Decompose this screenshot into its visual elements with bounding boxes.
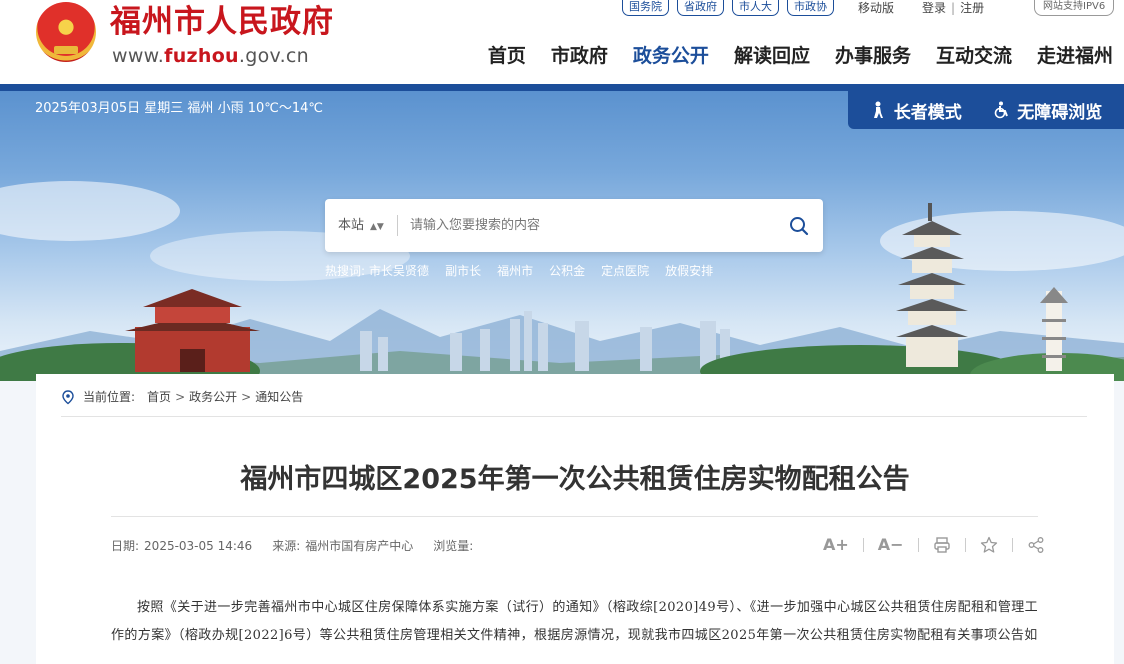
source-label: 来源: xyxy=(272,539,301,553)
elder-mode-label: 长者模式 xyxy=(893,102,962,123)
views-label: 浏览量: xyxy=(433,539,474,553)
date-label: 日期: xyxy=(111,539,140,553)
top-link-separator: | xyxy=(951,1,956,15)
site-name[interactable]: 福州市人民政府 xyxy=(110,0,334,44)
search-divider xyxy=(397,215,398,236)
link-city-cppcc[interactable]: 市政协 xyxy=(787,0,834,16)
font-decrease-button[interactable]: A− xyxy=(878,535,904,555)
updown-arrow-icon: ▲▼ xyxy=(370,222,384,232)
breadcrumb-separator: > xyxy=(175,390,186,404)
search-icon[interactable] xyxy=(788,215,810,237)
nav-gov-affairs[interactable]: 政务公开 xyxy=(633,42,709,70)
hot-search-label: 热搜词: xyxy=(325,264,366,278)
elder-mode-button[interactable]: 长者模式 xyxy=(870,98,962,123)
site-url[interactable]: www.fuzhou.gov.cn xyxy=(112,44,309,68)
hot-word[interactable]: 公积金 xyxy=(549,263,585,279)
title-divider xyxy=(111,516,1038,517)
search-input[interactable] xyxy=(410,212,770,239)
breadcrumb-notices[interactable]: 通知公告 xyxy=(255,389,303,405)
url-highlight: fuzhou xyxy=(164,45,239,67)
date-weather: 2025年03月05日 星期三 福州 小雨 10℃～14℃ xyxy=(35,101,323,116)
accessible-browse-button[interactable]: 无障碍浏览 xyxy=(993,98,1102,123)
url-suffix: .gov.cn xyxy=(238,45,310,67)
tool-separator xyxy=(964,538,966,552)
link-city-congress[interactable]: 市人大 xyxy=(732,0,779,16)
mobile-version-link[interactable]: 移动版 xyxy=(858,1,894,15)
nav-interpretation[interactable]: 解读回应 xyxy=(734,42,810,70)
national-emblem-icon xyxy=(36,2,96,62)
tool-separator xyxy=(1011,538,1013,552)
white-pagoda-illustration xyxy=(1040,287,1068,371)
nav-city-gov[interactable]: 市政府 xyxy=(551,42,608,70)
link-province-gov[interactable]: 省政府 xyxy=(677,0,724,16)
article-source: 福州市国有房产中心 xyxy=(305,539,414,553)
article-container: 当前位置: 首页 > 政务公开 > 通知公告 福州市四城区2025年第一次公共租… xyxy=(36,374,1114,664)
tool-separator xyxy=(862,538,864,552)
search-scope-select[interactable]: 本站 ▲▼ xyxy=(338,217,384,236)
header-divider xyxy=(0,84,1124,91)
wheelchair-icon xyxy=(994,101,1009,119)
breadcrumb-divider xyxy=(61,416,1087,417)
nav-home[interactable]: 首页 xyxy=(488,42,526,70)
nav-interaction[interactable]: 互动交流 xyxy=(936,42,1012,70)
breadcrumb: 当前位置: 首页 > 政务公开 > 通知公告 xyxy=(61,389,303,405)
breadcrumb-home[interactable]: 首页 xyxy=(147,389,171,405)
url-prefix: www. xyxy=(112,45,165,67)
article-tools: A+ A− xyxy=(823,535,1045,555)
elder-icon xyxy=(873,101,883,118)
nav-services[interactable]: 办事服务 xyxy=(835,42,911,70)
article-title: 福州市四城区2025年第一次公共租赁住房实物配租公告 xyxy=(240,464,910,495)
accessibility-bar: 长者模式 无障碍浏览 xyxy=(848,91,1124,129)
cloud-decoration xyxy=(0,181,180,241)
main-nav: 首页 市政府 政务公开 解读回应 办事服务 互动交流 走进福州 xyxy=(463,42,1113,70)
hot-search-words: 热搜词: 市长吴贤德 副市长 福州市 公积金 定点医院 放假安排 xyxy=(325,263,713,279)
site-header: 福州市人民政府 www.fuzhou.gov.cn 国务院 省政府 市人大 市政… xyxy=(0,0,1124,84)
hero-banner: 2025年03月05日 星期三 福州 小雨 10℃～14℃ 长者模式 无障碍浏览… xyxy=(0,91,1124,381)
hot-word[interactable]: 市长吴贤德 xyxy=(369,263,429,279)
location-pin-icon xyxy=(62,389,74,404)
tool-separator xyxy=(917,538,919,552)
star-icon[interactable] xyxy=(980,536,998,554)
hot-word[interactable]: 放假安排 xyxy=(665,263,713,279)
breadcrumb-label: 当前位置: xyxy=(83,390,136,404)
ipv6-badge: 网站支持IPV6 xyxy=(1034,0,1115,16)
link-state-council[interactable]: 国务院 xyxy=(622,0,669,16)
breadcrumb-gov-affairs[interactable]: 政务公开 xyxy=(189,389,237,405)
publish-date: 2025-03-05 14:46 xyxy=(144,539,253,553)
nav-about-fuzhou[interactable]: 走进福州 xyxy=(1037,42,1113,70)
pagoda-illustration xyxy=(896,203,968,367)
accessible-browse-label: 无障碍浏览 xyxy=(1017,102,1103,123)
gate-tower-illustration xyxy=(125,289,260,372)
search-box: 本站 ▲▼ xyxy=(325,199,823,252)
breadcrumb-separator: > xyxy=(241,390,252,404)
print-icon[interactable] xyxy=(933,536,951,554)
hot-word[interactable]: 定点医院 xyxy=(601,263,649,279)
register-link[interactable]: 注册 xyxy=(960,1,984,15)
login-link[interactable]: 登录 xyxy=(922,1,946,15)
hot-word[interactable]: 福州市 xyxy=(497,263,533,279)
article-meta: 日期: 2025-03-05 14:46 来源: 福州市国有房产中心 浏览量: xyxy=(111,538,478,554)
share-icon[interactable] xyxy=(1027,536,1045,554)
top-links: 国务院 省政府 市人大 市政协 移动版 登录 | 注册 xyxy=(622,0,984,16)
article-body-paragraph: 按照《关于进一步完善福州市中心城区住房保障体系实施方案（试行）的通知》（榕政综[… xyxy=(111,600,1039,643)
font-increase-button[interactable]: A+ xyxy=(823,535,849,555)
search-scope-value: 本站 xyxy=(338,218,365,233)
hot-word[interactable]: 副市长 xyxy=(445,263,481,279)
